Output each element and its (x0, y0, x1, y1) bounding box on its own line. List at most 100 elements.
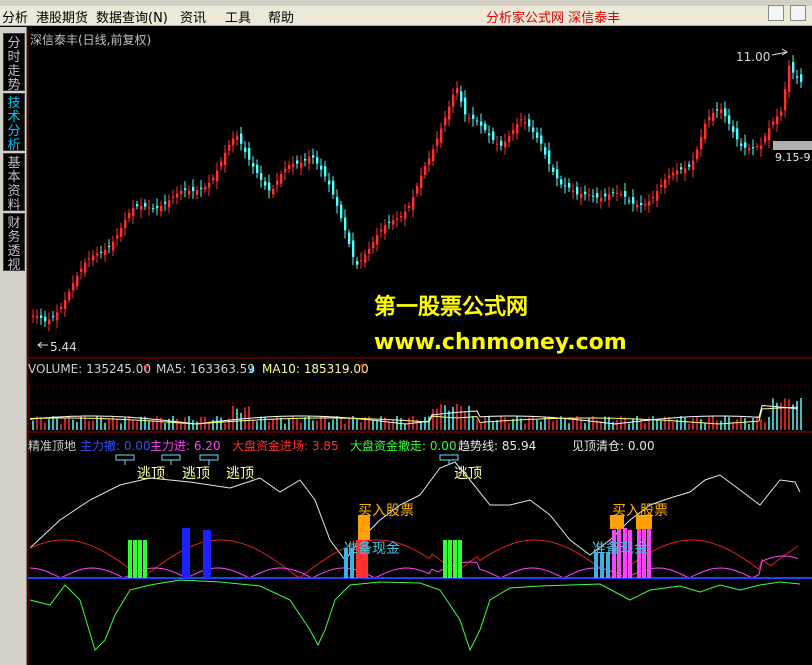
high-arrow (771, 48, 788, 56)
escape-label-4: 逃顶 (454, 466, 482, 482)
candle-body (408, 205, 411, 208)
candle-body (680, 167, 683, 170)
candle-body (80, 268, 83, 272)
candle-body (464, 97, 467, 115)
candle-body (352, 240, 355, 257)
candle-body (172, 196, 175, 198)
candle-body (428, 158, 431, 165)
candle-body (728, 115, 731, 124)
candle-body (560, 179, 563, 185)
candle-body (212, 177, 215, 181)
candle-body (372, 242, 375, 248)
candle-body (748, 148, 751, 151)
signal-bar (207, 530, 211, 578)
candle-body (792, 61, 795, 73)
candle-body (564, 185, 567, 187)
candle-body (192, 186, 195, 192)
candle-body (256, 164, 259, 173)
app-window: 分析 港股期货 数据查询(N) 资讯 工具 帮助 分析家公式网 深信泰丰 分时走… (0, 0, 812, 665)
candle-body (556, 169, 559, 179)
candle-body (232, 138, 235, 146)
candle-body (244, 147, 247, 152)
candle-body (344, 217, 347, 231)
candle-body (492, 131, 495, 141)
volume-label: VOLUME: 135245.00 (28, 362, 151, 376)
candle-body (620, 194, 623, 196)
volume-series (29, 398, 802, 430)
candle-body (592, 195, 595, 197)
buy-label-2: 买入股票 (612, 503, 668, 519)
candle-body (504, 141, 507, 148)
candle-body (332, 180, 335, 195)
candle-body (156, 206, 159, 208)
candle-body (264, 181, 267, 186)
candle-body (164, 201, 167, 204)
candle-body (744, 142, 747, 148)
signal-bar (143, 540, 147, 578)
candle-body (648, 201, 651, 206)
candle-body (424, 166, 427, 176)
candle-body (644, 203, 647, 206)
candle-body (788, 65, 791, 92)
candle-body (400, 215, 403, 218)
candle-body (396, 218, 399, 220)
indicator-series (28, 454, 812, 652)
indicator-name: 精准顶地 (28, 439, 77, 453)
escape-label-2: 逃顶 (182, 466, 210, 482)
candle-body (692, 160, 695, 170)
candle-body (520, 119, 523, 121)
candle-body (580, 194, 583, 198)
signal-bar (182, 528, 186, 578)
price-high-label: 11.00 (736, 50, 771, 64)
range-label: 9.15-9. (775, 151, 812, 164)
candle-body (216, 170, 219, 182)
candle-body (280, 174, 283, 184)
signal-bar (203, 530, 207, 578)
candle-body (772, 121, 775, 125)
candle-body (92, 255, 95, 261)
candle-body (48, 319, 51, 325)
candle-body (380, 229, 383, 232)
candle-body (444, 117, 447, 126)
candle-body (336, 197, 339, 206)
candle-body (328, 180, 331, 185)
candle-body (568, 182, 571, 188)
candle-body (440, 128, 443, 143)
candle-body (268, 182, 271, 191)
candle-body (784, 89, 787, 111)
candle-body (768, 128, 771, 141)
candle-body (752, 147, 755, 149)
candle-body (124, 220, 127, 229)
candle-body (180, 190, 183, 195)
candle-body (200, 187, 203, 189)
candle-body (552, 167, 555, 172)
candle-body (88, 258, 91, 260)
escape-label-1: 逃顶 (137, 466, 165, 482)
candle-body (584, 191, 587, 195)
candle-body (708, 116, 711, 121)
candle-body (76, 275, 79, 287)
candle-body (384, 225, 387, 234)
candle-body (208, 182, 211, 188)
candle-body (296, 160, 299, 164)
price-low-label: 5.44 (50, 340, 77, 354)
signal-bar (458, 540, 462, 578)
candle-body (452, 94, 455, 107)
candle-body (724, 108, 727, 117)
low-arrow (37, 341, 48, 349)
candle-body (236, 136, 239, 140)
candle-body (100, 251, 103, 253)
candle-body (508, 135, 511, 142)
candle-body (392, 220, 395, 225)
candle-body (152, 208, 155, 210)
candle-body (120, 227, 123, 237)
big-out-label: 大盘资金撤走: 0.00 (350, 439, 457, 453)
candle-body (640, 202, 643, 206)
candle-body (572, 191, 575, 193)
candle-body (144, 203, 147, 207)
signal-bar (443, 540, 447, 578)
candle-body (340, 204, 343, 219)
candle-body (56, 312, 59, 321)
escape-marker (161, 454, 181, 461)
candle-body (228, 144, 231, 151)
